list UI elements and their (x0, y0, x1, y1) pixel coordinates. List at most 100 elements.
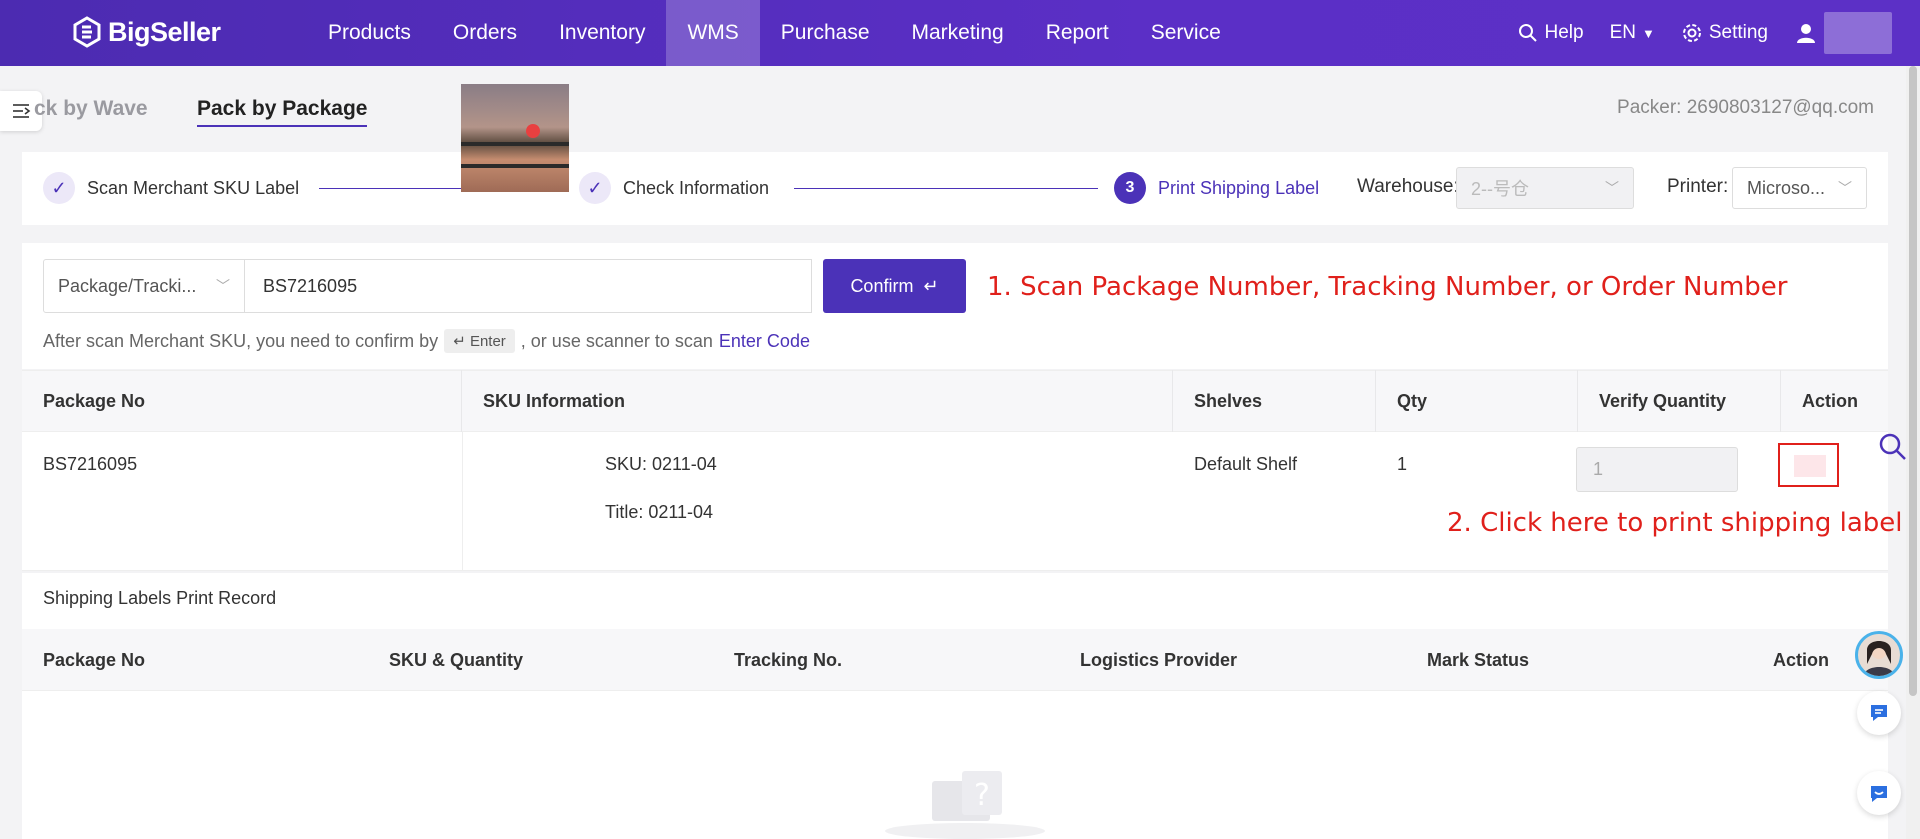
language-select[interactable]: EN ▼ (1610, 22, 1655, 44)
scan-panel: Package/Tracki... ﹀ Confirm ↵ After scan… (22, 243, 1888, 369)
user-account-menu[interactable] (1824, 12, 1892, 54)
step-print-label: 3 Print Shipping Label (1114, 172, 1319, 204)
enter-key-badge: ↵ Enter (444, 329, 515, 353)
menu-collapse-icon (13, 104, 31, 118)
nav-purchase[interactable]: Purchase (760, 0, 891, 66)
support-agent-avatar[interactable] (1855, 631, 1903, 679)
print-label-action[interactable] (1778, 443, 1839, 487)
printer-label: Printer: (1667, 176, 1729, 197)
svg-text:?: ? (974, 778, 990, 813)
gear-icon (1682, 24, 1701, 42)
chat-button[interactable] (1857, 691, 1901, 735)
scan-type-select[interactable]: Package/Tracki... ﹀ (43, 259, 245, 313)
check-icon: ✓ (579, 172, 611, 204)
nav-service[interactable]: Service (1130, 0, 1242, 66)
package-no-cell: BS7216095 (43, 454, 138, 474)
print-record-header: Package No SKU & Quantity Tracking No. L… (22, 629, 1888, 691)
col-verify-qty: Verify Quantity (1578, 370, 1781, 432)
help-link[interactable]: Help (1518, 22, 1584, 44)
column-divider (462, 432, 463, 571)
warehouse-label: Warehouse: (1357, 176, 1459, 197)
nav-products[interactable]: Products (307, 0, 432, 66)
rec-col-tracking: Tracking No. (734, 650, 843, 670)
print-record-title: Shipping Labels Print Record (43, 588, 277, 608)
col-sku-info: SKU Information (462, 370, 1173, 432)
horizon-line (461, 142, 569, 146)
caret-down-icon: ▼ (1641, 25, 1655, 41)
steps-bar: ✓ Scan Merchant SKU Label ✓ Check Inform… (22, 152, 1888, 225)
scan-type-value: Package/Tracki... (58, 275, 197, 296)
nav-report[interactable]: Report (1025, 0, 1130, 66)
step-scan-sku: ✓ Scan Merchant SKU Label (43, 172, 299, 204)
scrollbar-thumb[interactable] (1909, 66, 1917, 696)
annotation-print: 2. Click here to print shipping label (1447, 508, 1903, 538)
nav-marketing[interactable]: Marketing (891, 0, 1025, 66)
search-icon (1519, 24, 1538, 42)
col-action: Action (1802, 391, 1858, 411)
shore-line (461, 164, 569, 168)
main-nav: Products Orders Inventory WMS Purchase M… (307, 0, 1242, 66)
bigseller-logo-icon (73, 16, 101, 48)
rec-col-action: Action (1773, 650, 1829, 670)
warehouse-value: 2--号仓 (1471, 179, 1529, 199)
magnify-icon[interactable] (1878, 432, 1908, 462)
col-shelves: Shelves (1173, 370, 1376, 432)
chevron-down-icon: ﹀ (1838, 180, 1852, 196)
qty-cell: 1 (1397, 454, 1408, 474)
feedback-button[interactable] (1857, 771, 1901, 815)
help-label: Help (1544, 22, 1584, 43)
hint-text-mid: , or use scanner to scan (520, 330, 713, 351)
step-number: 3 (1114, 172, 1146, 204)
page-scrollbar[interactable] (1906, 66, 1920, 839)
header-right: Help EN ▼ Setting (1518, 0, 1920, 66)
col-qty: Qty (1376, 370, 1578, 432)
print-record-panel: Shipping Labels Print Record Package No … (22, 573, 1888, 839)
top-navbar: BigSeller Products Orders Inventory WMS … (0, 0, 1920, 66)
verify-quantity-input[interactable] (1576, 447, 1738, 492)
packer-info: Packer: 2690803127@qq.com (1617, 97, 1874, 118)
print-button[interactable] (1794, 455, 1826, 477)
step-scan-sku-label: Scan Merchant SKU Label (87, 177, 300, 198)
enter-code-link[interactable]: Enter Code (719, 331, 810, 352)
confirm-label: Confirm (850, 275, 914, 296)
rec-col-logistics: Logistics Provider (1080, 650, 1238, 670)
step-check-info: ✓ Check Information (579, 172, 769, 204)
rec-col-package-no: Package No (43, 650, 146, 670)
printer-select[interactable]: Microso... ﹀ (1732, 167, 1867, 209)
setting-label: Setting (1708, 22, 1768, 43)
nav-wms[interactable]: WMS (666, 0, 760, 66)
shelf-cell: Default Shelf (1194, 454, 1298, 474)
language-label: EN (1609, 22, 1636, 43)
agent-portrait-icon (1864, 641, 1894, 676)
step-connector (794, 188, 1098, 189)
warehouse-select[interactable]: 2--号仓 ﹀ (1456, 167, 1634, 209)
sku-cell: SKU: 0211-04 (605, 454, 717, 474)
step-check-info-label: Check Information (623, 177, 770, 198)
confirm-button[interactable]: Confirm ↵ (823, 259, 966, 313)
brand-name: BigSeller (108, 16, 221, 47)
nav-inventory[interactable]: Inventory (538, 0, 666, 66)
sunset-image (526, 124, 540, 138)
user-icon[interactable] (1794, 21, 1818, 45)
tab-pack-by-package[interactable]: Pack by Package (197, 97, 368, 127)
chevron-down-icon: ﹀ (216, 278, 230, 294)
hint-text-pre: After scan Merchant SKU, you need to con… (43, 330, 439, 351)
setting-link[interactable]: Setting (1681, 22, 1768, 44)
chat-icon (1871, 705, 1887, 721)
smile-chat-icon (1871, 786, 1887, 802)
title-cell: Title: 0211-04 (605, 502, 714, 522)
scan-input[interactable] (245, 259, 812, 313)
empty-state-icon: ? (885, 771, 1045, 839)
nav-orders[interactable]: Orders (432, 0, 538, 66)
brand-logo[interactable]: BigSeller (72, 16, 221, 48)
annotation-scan: 1. Scan Package Number, Tracking Number,… (987, 272, 1788, 302)
scan-hint: After scan Merchant SKU, you need to con… (43, 329, 810, 353)
col-package-no: Package No (22, 370, 462, 432)
printer-value: Microso... (1747, 177, 1826, 198)
check-icon: ✓ (43, 172, 75, 204)
enter-key-label: Enter (469, 333, 506, 350)
package-table-header: Package No SKU Information Shelves Qty V… (22, 370, 1888, 432)
chevron-down-icon: ﹀ (1605, 180, 1619, 196)
rec-col-sku-qty: SKU & Quantity (389, 650, 524, 670)
tab-pack-by-wave[interactable]: ck by Wave (34, 97, 148, 121)
